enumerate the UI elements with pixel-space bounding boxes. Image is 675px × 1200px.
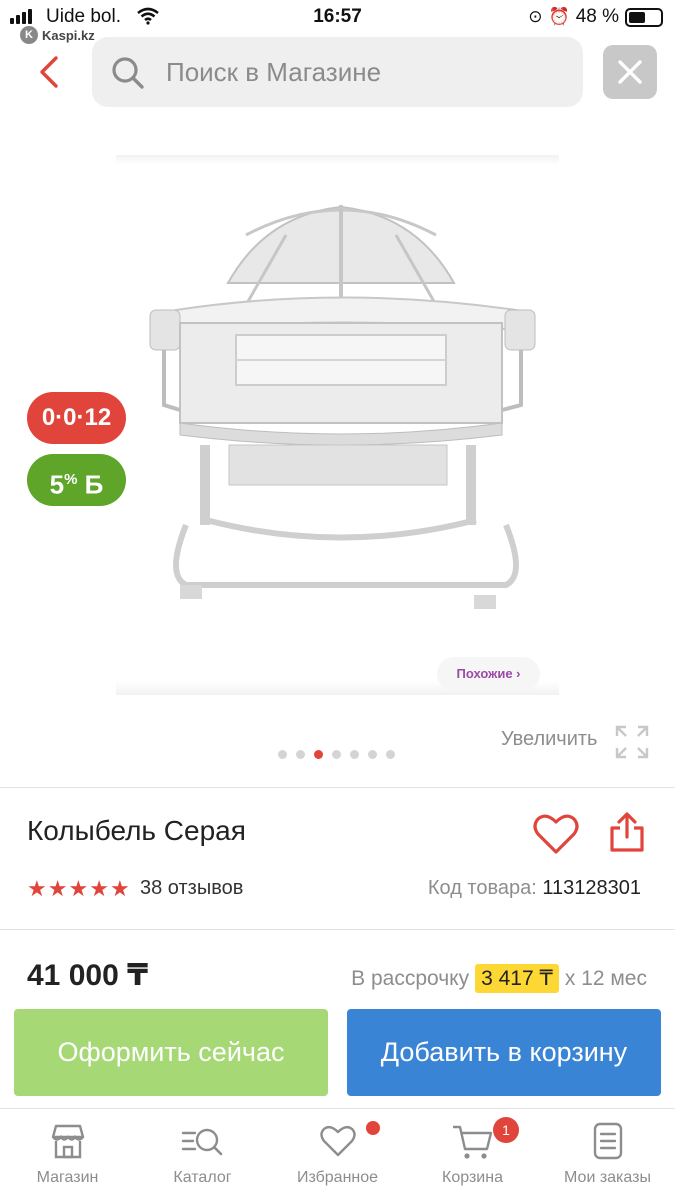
tab-label: Мои заказы <box>564 1169 651 1186</box>
share-icon[interactable] <box>607 811 647 855</box>
back-button[interactable] <box>34 50 64 94</box>
installment-badge: 0·0·12 <box>27 392 126 444</box>
gallery-dot[interactable] <box>314 750 323 759</box>
star-icon: ★ <box>109 876 130 901</box>
star-icon: ★ <box>47 876 68 901</box>
tab-bar: Магазин Каталог Избранное Корзина 1 Мои … <box>0 1108 675 1200</box>
product-code: Код товара: 113128301 <box>428 877 641 900</box>
gallery-dot[interactable] <box>386 750 395 759</box>
status-bar: Uide bol. 16:57 ⊙ ⏰ 48 % K Kaspi.kz <box>0 0 675 44</box>
tab-favorites[interactable]: Избранное <box>270 1121 405 1187</box>
tab-orders[interactable]: Мои заказы <box>540 1121 675 1187</box>
tab-label: Избранное <box>296 1169 379 1186</box>
installment-term: х 12 мес <box>564 966 647 990</box>
price: 41 000 ₸ <box>27 959 148 992</box>
gallery-dot[interactable] <box>368 750 377 759</box>
back-to-app-link[interactable]: K Kaspi.kz <box>20 26 95 44</box>
bonus-badge: 5% Б <box>27 454 126 506</box>
installment-amount: 3 417 ₸ <box>475 964 559 993</box>
chevron-left-icon <box>40 56 58 88</box>
gallery-dot[interactable] <box>296 750 305 759</box>
heart-icon <box>319 1125 356 1157</box>
bassinet-illustration <box>149 205 536 609</box>
back-app-label: Kaspi.kz <box>42 27 95 43</box>
divider <box>0 787 675 788</box>
tab-cart[interactable]: Корзина 1 <box>405 1117 540 1187</box>
product-code-label: Код товара: <box>427 877 537 899</box>
tab-label: Каталог <box>173 1169 232 1186</box>
star-icon: ★ <box>27 876 47 901</box>
tab-label: Корзина <box>442 1169 503 1186</box>
search-placeholder: Поиск в Магазине <box>166 57 382 87</box>
cart-icon <box>452 1125 492 1159</box>
store-icon <box>51 1124 84 1159</box>
close-button[interactable] <box>603 45 657 99</box>
orders-icon <box>593 1122 622 1160</box>
bonus-unit: Б <box>84 469 104 500</box>
tab-store[interactable]: Магазин <box>0 1121 135 1187</box>
search-input[interactable]: Поиск в Магазине <box>92 37 583 107</box>
tab-catalog[interactable]: Каталог <box>135 1121 270 1187</box>
product-image[interactable] <box>116 155 559 695</box>
product-title: Колыбель Серая <box>27 815 246 846</box>
star-icon: ★ <box>68 876 89 901</box>
add-to-cart-button[interactable]: Добавить в корзину <box>347 1009 661 1096</box>
kaspi-logo-icon: K <box>20 26 38 44</box>
gallery-dot[interactable] <box>332 750 341 759</box>
reviews-link[interactable]: 38 отзывов <box>140 877 243 900</box>
product-code-value: 113128301 <box>542 877 641 899</box>
divider <box>0 929 675 930</box>
similar-products-button[interactable]: Похожие › <box>437 657 540 691</box>
gallery-pagination[interactable] <box>278 750 395 759</box>
installment-info: В рассрочку 3 417 ₸ х 12 мес <box>351 964 647 993</box>
notification-dot <box>366 1121 380 1135</box>
search-icon <box>112 57 144 89</box>
close-icon <box>618 60 642 84</box>
installment-label: В рассрочку <box>351 966 470 990</box>
orientation-lock-icon: ⊙ <box>528 7 543 26</box>
bonus-percent: 5 <box>49 469 65 500</box>
cart-count-badge: 1 <box>493 1117 519 1143</box>
buy-now-button[interactable]: Оформить сейчас <box>14 1009 328 1096</box>
favorite-heart-icon[interactable] <box>532 812 580 856</box>
battery-icon <box>625 7 663 27</box>
tab-label: Магазин <box>36 1169 99 1186</box>
expand-icon[interactable] <box>614 724 650 760</box>
star-icon: ★ <box>89 876 109 901</box>
gallery-dot[interactable] <box>278 750 287 759</box>
rating-stars: ★ ★ ★ ★ ★ <box>27 876 130 902</box>
battery-percent: 48 % <box>575 6 619 27</box>
gallery-dot[interactable] <box>350 750 359 759</box>
alarm-icon: ⏰ <box>548 7 570 26</box>
catalog-search-icon <box>181 1128 222 1156</box>
zoom-label[interactable]: Увеличить <box>501 728 597 751</box>
